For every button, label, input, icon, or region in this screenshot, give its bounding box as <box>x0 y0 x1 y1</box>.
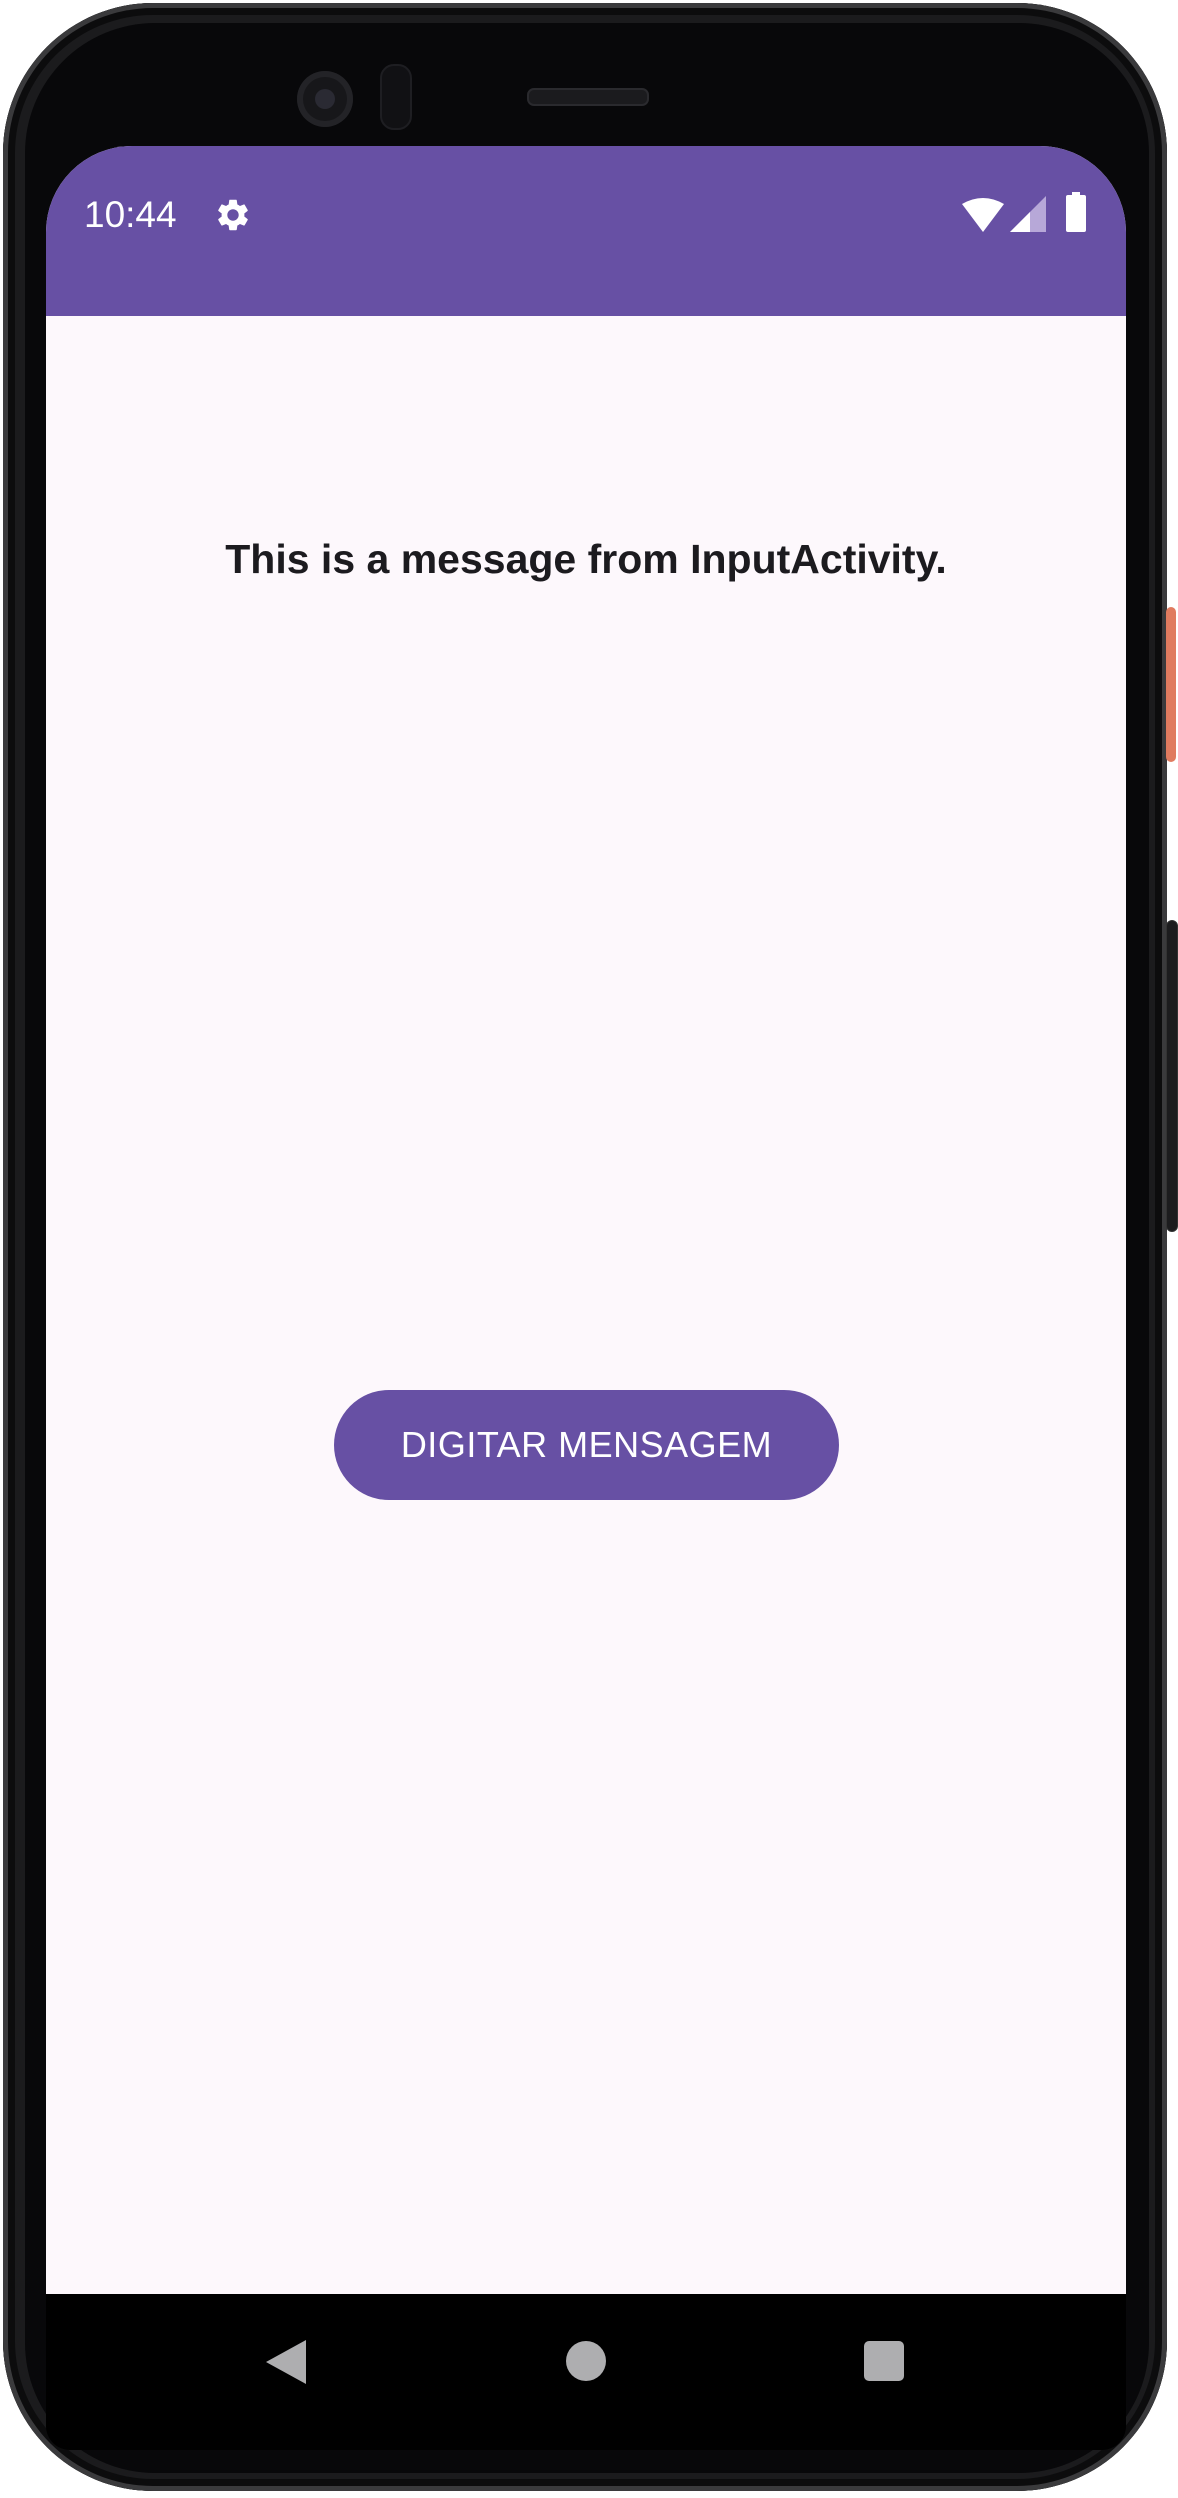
home-icon[interactable] <box>566 2341 606 2381</box>
back-icon[interactable] <box>266 2340 308 2384</box>
app-screen: 10:44 This is a message from InputActivi <box>46 146 1126 2426</box>
cell-signal-icon <box>1010 196 1046 232</box>
battery-icon <box>1066 192 1086 232</box>
navigation-bar <box>46 2294 1126 2426</box>
volume-button <box>1166 920 1178 1232</box>
earpiece-speaker <box>527 88 649 106</box>
proximity-sensor <box>380 64 412 130</box>
gear-icon <box>214 196 252 234</box>
screen-bottom-bezel <box>46 2426 1126 2450</box>
type-message-button[interactable]: DIGITAR MENSAGEM <box>334 1390 839 1500</box>
recents-icon[interactable] <box>864 2341 904 2381</box>
message-text: This is a message from InputActivity. <box>225 536 947 582</box>
status-bar: 10:44 <box>46 146 1126 316</box>
power-button <box>1166 607 1176 762</box>
wifi-icon <box>962 198 1004 232</box>
front-camera <box>297 71 353 127</box>
status-time: 10:44 <box>84 194 177 235</box>
